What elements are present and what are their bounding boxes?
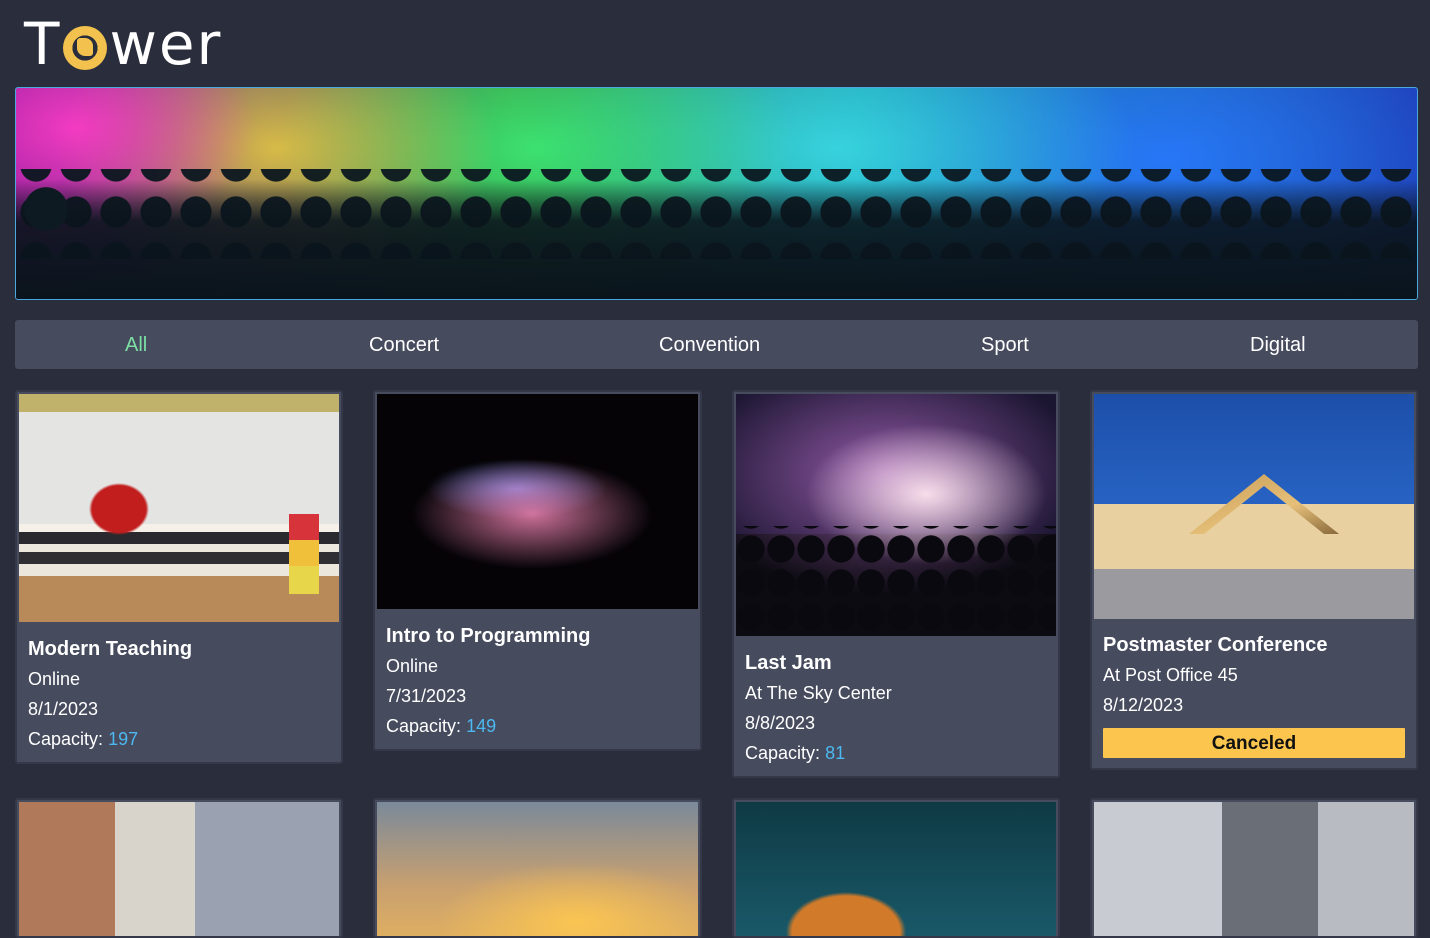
event-card[interactable] [373, 798, 702, 938]
event-image [1094, 394, 1414, 619]
hero-banner-concert-image [15, 87, 1418, 300]
event-location: Online [386, 656, 439, 676]
event-capacity: Capacity: 197 [28, 724, 330, 754]
event-image [19, 394, 339, 622]
crowd-silhouettes [736, 526, 1056, 636]
logo-text-end: wer [109, 10, 223, 78]
category-tab-digital[interactable]: Digital [1250, 320, 1306, 369]
event-capacity: Capacity: 81 [745, 738, 1047, 768]
capacity-label: Capacity: [386, 716, 462, 736]
event-title: Modern Teaching [28, 638, 193, 660]
event-image [377, 394, 698, 609]
banner-crowd-shadow [16, 179, 1417, 299]
event-card[interactable]: Intro to Programming Online 7/31/2023 Ca… [373, 390, 702, 751]
event-card[interactable] [1090, 798, 1418, 938]
event-card[interactable]: Modern Teaching Online 8/1/2023 Capacity… [15, 390, 343, 764]
event-title: Intro to Programming [386, 625, 591, 647]
capacity-value: 81 [825, 743, 846, 763]
event-title: Postmaster Conference [1103, 634, 1328, 656]
capacity-label: Capacity: [745, 743, 821, 763]
abc-blocks-graphic [289, 514, 319, 594]
event-image [1094, 802, 1414, 936]
event-card[interactable] [732, 798, 1060, 938]
building-roof-graphic [1189, 474, 1339, 534]
event-location: At The Sky Center [745, 683, 892, 703]
event-image [736, 394, 1056, 636]
capacity-value: 149 [466, 716, 497, 736]
event-location: At Post Office 45 [1103, 665, 1238, 685]
event-image [19, 802, 339, 936]
event-date: 8/8/2023 [745, 713, 816, 733]
canceled-badge: Canceled [1103, 728, 1405, 758]
category-tab-sport[interactable]: Sport [981, 320, 1029, 369]
event-date: 7/31/2023 [386, 686, 467, 706]
category-filter-bar: All Concert Convention Sport Digital [15, 320, 1418, 369]
capacity-value: 197 [108, 729, 139, 749]
category-tab-all[interactable]: All [125, 320, 147, 369]
event-title: Last Jam [745, 652, 832, 674]
category-tab-concert[interactable]: Concert [369, 320, 439, 369]
event-date: 8/12/2023 [1103, 695, 1184, 715]
event-location: Online [28, 669, 81, 689]
event-card[interactable]: Postmaster Conference At Post Office 45 … [1090, 390, 1418, 770]
category-tab-convention[interactable]: Convention [659, 320, 760, 369]
logo-text-start: T [24, 10, 62, 78]
giraffe-logo-icon [63, 26, 108, 70]
event-date: 8/1/2023 [28, 699, 99, 719]
event-capacity: Capacity: 149 [386, 711, 689, 741]
event-card[interactable] [15, 798, 343, 938]
event-card[interactable]: Last Jam At The Sky Center 8/8/2023 Capa… [732, 390, 1060, 778]
tower-logo[interactable]: Twer [24, 14, 222, 74]
event-image [377, 802, 698, 936]
capacity-label: Capacity: [28, 729, 104, 749]
event-image [736, 802, 1056, 936]
